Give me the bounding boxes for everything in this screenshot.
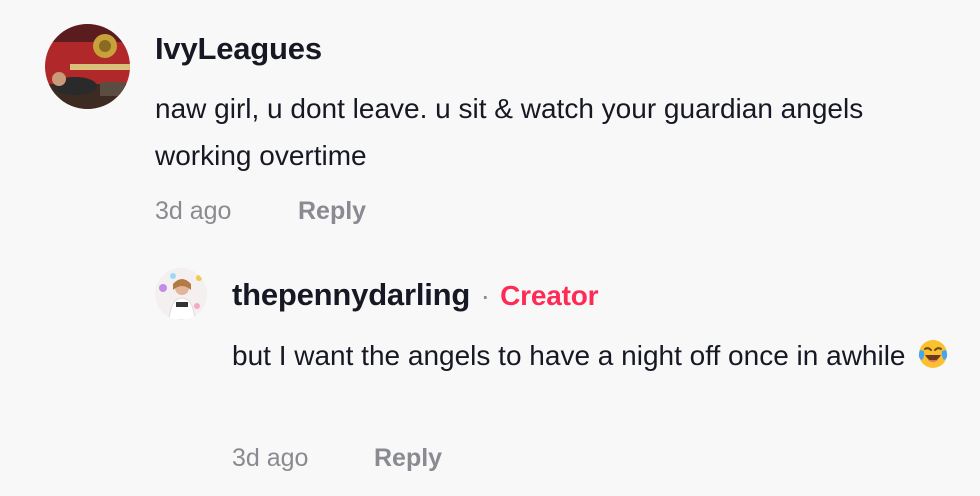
reply-text: but I want the angels to have a night of… (232, 340, 906, 371)
comment-timestamp: 3d ago (155, 197, 232, 225)
reply-username-line: thepennydarling · Creator (232, 277, 598, 313)
reply-timestamp: 3d ago (232, 444, 309, 472)
reply-username[interactable]: thepennydarling (232, 277, 470, 312)
reply-reply-button[interactable]: Reply (374, 444, 442, 473)
separator-dot: · (480, 280, 490, 311)
face-with-tears-of-joy-icon (917, 337, 949, 369)
comment-text: naw girl, u dont leave. u sit & watch yo… (155, 93, 864, 171)
avatar[interactable] (45, 24, 130, 109)
avatar-photo-icon (155, 268, 207, 320)
reply-text-block: but I want the angels to have a night of… (232, 332, 952, 379)
comment-username[interactable]: IvyLeagues (155, 31, 322, 67)
reply-button[interactable]: Reply (298, 197, 366, 226)
creator-badge: Creator (500, 280, 599, 311)
reply-avatar[interactable] (155, 268, 207, 320)
avatar-photo-icon (45, 24, 130, 109)
